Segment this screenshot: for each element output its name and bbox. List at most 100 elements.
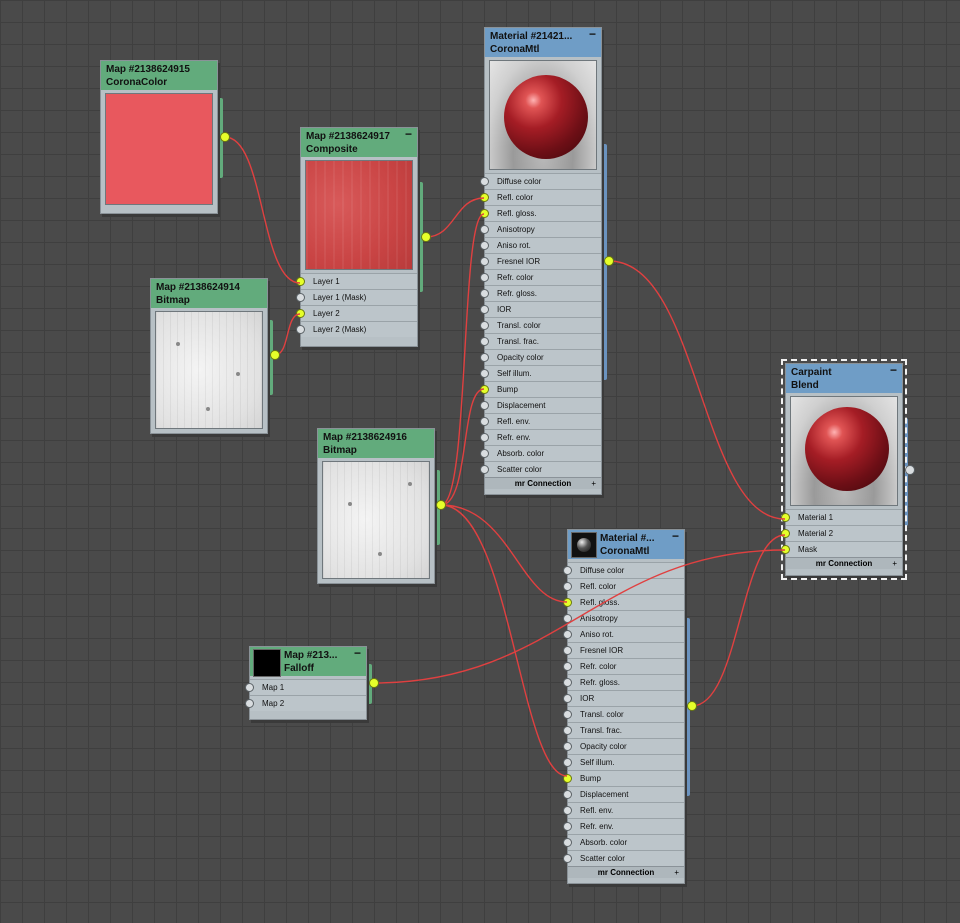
- node-material-top[interactable]: Material #21421... CoronaMtl − Diffuse c…: [480, 27, 602, 495]
- input-socket[interactable]: [480, 385, 489, 394]
- slot-transl-frac[interactable]: Transl. frac.: [480, 333, 601, 349]
- slot-anisotropy[interactable]: Anisotropy: [563, 610, 684, 626]
- slot-bump[interactable]: Bump: [480, 381, 601, 397]
- input-socket[interactable]: [296, 309, 305, 318]
- input-socket[interactable]: [563, 630, 572, 639]
- slot-refl-color[interactable]: Refl. color: [563, 578, 684, 594]
- slot-anisotropy[interactable]: Anisotropy: [480, 221, 601, 237]
- output-socket-falloff[interactable]: [369, 678, 379, 688]
- expand-icon[interactable]: +: [674, 867, 679, 878]
- input-socket[interactable]: [563, 758, 572, 767]
- input-socket[interactable]: [245, 683, 254, 692]
- slot-fresnel-ior[interactable]: Fresnel IOR: [480, 253, 601, 269]
- input-socket[interactable]: [480, 337, 489, 346]
- node-corona-color[interactable]: Map #2138624915 CoronaColor: [100, 60, 218, 214]
- node-bitmap-916[interactable]: Map #2138624916 Bitmap: [317, 428, 435, 584]
- input-socket[interactable]: [480, 209, 489, 218]
- slot-mask[interactable]: Mask: [781, 541, 902, 557]
- input-socket[interactable]: [480, 193, 489, 202]
- slot-refr-env[interactable]: Refr. env.: [480, 429, 601, 445]
- slot-transl-frac[interactable]: Transl. frac.: [563, 722, 684, 738]
- input-socket[interactable]: [480, 353, 489, 362]
- slot-fresnel-ior[interactable]: Fresnel IOR: [563, 642, 684, 658]
- output-socket-bitmap-914[interactable]: [270, 350, 280, 360]
- input-socket[interactable]: [480, 241, 489, 250]
- slot-opacity-color[interactable]: Opacity color: [480, 349, 601, 365]
- expand-icon[interactable]: +: [591, 478, 596, 489]
- output-socket-material-top[interactable]: [604, 256, 614, 266]
- node-header[interactable]: Carpaint Blend −: [786, 364, 902, 393]
- slot-scatter-color[interactable]: Scatter color: [563, 850, 684, 866]
- mr-connection[interactable]: mr Connection +: [786, 557, 902, 569]
- input-socket[interactable]: [563, 582, 572, 591]
- expand-icon[interactable]: +: [892, 558, 897, 569]
- mr-connection[interactable]: mr Connection +: [485, 477, 601, 489]
- slot-self-illum[interactable]: Self illum.: [563, 754, 684, 770]
- slot-self-illum[interactable]: Self illum.: [480, 365, 601, 381]
- slot-layer-1-mask[interactable]: Layer 1 (Mask): [296, 289, 417, 305]
- node-header[interactable]: Map #2138624916 Bitmap: [318, 429, 434, 458]
- node-bitmap-914[interactable]: Map #2138624914 Bitmap: [150, 278, 268, 434]
- input-socket[interactable]: [781, 529, 790, 538]
- input-socket[interactable]: [480, 177, 489, 186]
- slot-aniso-rot[interactable]: Aniso rot.: [480, 237, 601, 253]
- input-socket[interactable]: [480, 449, 489, 458]
- slot-absorb-color[interactable]: Absorb. color: [563, 834, 684, 850]
- slot-absorb-color[interactable]: Absorb. color: [480, 445, 601, 461]
- node-header[interactable]: Material #21421... CoronaMtl −: [485, 28, 601, 57]
- input-socket[interactable]: [563, 790, 572, 799]
- input-socket[interactable]: [296, 293, 305, 302]
- slot-map-1[interactable]: Map 1: [245, 679, 366, 695]
- minimize-icon[interactable]: −: [589, 28, 596, 41]
- input-socket[interactable]: [480, 257, 489, 266]
- slot-refl-color[interactable]: Refl. color: [480, 189, 601, 205]
- slot-scatter-color[interactable]: Scatter color: [480, 461, 601, 477]
- node-composite[interactable]: Map #2138624917 Composite − Layer 1 Laye…: [296, 127, 418, 347]
- input-socket[interactable]: [563, 710, 572, 719]
- node-header[interactable]: Map #2138624914 Bitmap: [151, 279, 267, 308]
- input-socket[interactable]: [563, 614, 572, 623]
- slot-refl-gloss[interactable]: Refl. gloss.: [480, 205, 601, 221]
- slot-refr-gloss[interactable]: Refr. gloss.: [480, 285, 601, 301]
- input-socket[interactable]: [563, 742, 572, 751]
- input-socket[interactable]: [563, 662, 572, 671]
- slot-diffuse-color[interactable]: Diffuse color: [480, 173, 601, 189]
- input-socket[interactable]: [563, 822, 572, 831]
- slot-layer-2[interactable]: Layer 2: [296, 305, 417, 321]
- input-socket[interactable]: [480, 465, 489, 474]
- slot-refl-env[interactable]: Refl. env.: [563, 802, 684, 818]
- slot-diffuse-color[interactable]: Diffuse color: [563, 562, 684, 578]
- slot-material-2[interactable]: Material 2: [781, 525, 902, 541]
- node-material-bottom[interactable]: Material #... CoronaMtl − Diffuse color R…: [563, 529, 685, 884]
- input-socket[interactable]: [563, 774, 572, 783]
- output-socket-blend[interactable]: [905, 465, 915, 475]
- node-header[interactable]: Map #213... Falloff −: [250, 647, 366, 677]
- slot-layer-1[interactable]: Layer 1: [296, 273, 417, 289]
- slot-refl-gloss[interactable]: Refl. gloss.: [563, 594, 684, 610]
- minimize-icon[interactable]: −: [890, 364, 897, 377]
- node-blend[interactable]: Carpaint Blend − Material 1 Material 2 M…: [781, 359, 907, 580]
- slot-bump[interactable]: Bump: [563, 770, 684, 786]
- slot-refr-color[interactable]: Refr. color: [563, 658, 684, 674]
- slot-refr-env[interactable]: Refr. env.: [563, 818, 684, 834]
- node-header[interactable]: Map #2138624915 CoronaColor: [101, 61, 217, 90]
- slot-transl-color[interactable]: Transl. color: [563, 706, 684, 722]
- output-socket-material-bottom[interactable]: [687, 701, 697, 711]
- slot-ior[interactable]: IOR: [480, 301, 601, 317]
- minimize-icon[interactable]: −: [354, 647, 361, 660]
- input-socket[interactable]: [480, 273, 489, 282]
- input-socket[interactable]: [480, 369, 489, 378]
- input-socket[interactable]: [480, 225, 489, 234]
- slot-material-1[interactable]: Material 1: [781, 509, 902, 525]
- output-socket-corona-color[interactable]: [220, 132, 230, 142]
- slot-layer-2-mask[interactable]: Layer 2 (Mask): [296, 321, 417, 337]
- input-socket[interactable]: [480, 433, 489, 442]
- slot-opacity-color[interactable]: Opacity color: [563, 738, 684, 754]
- slot-displacement[interactable]: Displacement: [480, 397, 601, 413]
- input-socket[interactable]: [563, 646, 572, 655]
- node-header[interactable]: Map #2138624917 Composite −: [301, 128, 417, 157]
- input-socket[interactable]: [480, 417, 489, 426]
- node-falloff[interactable]: Map #213... Falloff − Map 1 Map 2: [245, 646, 367, 720]
- input-socket[interactable]: [480, 305, 489, 314]
- input-socket[interactable]: [563, 838, 572, 847]
